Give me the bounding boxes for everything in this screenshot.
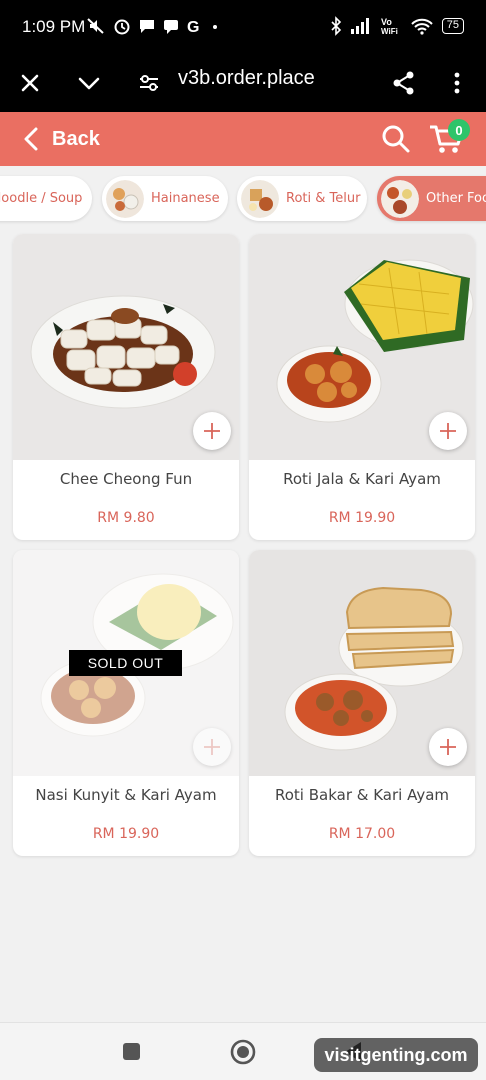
status-time: 1:09 PM (22, 17, 86, 36)
product-price: RM 9.80 (97, 510, 155, 526)
alarm-icon (114, 19, 130, 35)
tab-other-food[interactable]: Other Food (377, 176, 486, 221)
system-icons: Vo WiFi 75 (330, 16, 464, 36)
plus-icon (440, 739, 456, 755)
dot-icon (213, 25, 217, 29)
add-to-cart-button[interactable] (429, 412, 467, 450)
sold-out-badge: SOLD OUT (69, 650, 182, 676)
signal-icon (350, 18, 369, 34)
product-price: RM 19.90 (92, 826, 160, 842)
category-thumbnail (241, 179, 279, 218)
svg-text:Vo: Vo (381, 17, 392, 27)
tab-label: Noodle / Soup (0, 191, 83, 206)
more-menu-icon[interactable] (440, 66, 474, 100)
tab-label: Roti & Telur (286, 191, 361, 206)
chat-icon (140, 20, 154, 33)
browser-toolbar: v3b.order.place (0, 54, 486, 112)
back-label: Back (52, 127, 100, 150)
plus-icon (204, 423, 220, 439)
product-price: RM 19.90 (328, 510, 396, 526)
battery-icon: 75 (441, 18, 464, 34)
product-card[interactable]: Roti Jala & Kari Ayam RM 19.90 (249, 234, 475, 540)
product-card[interactable]: Chee Cheong Fun RM 9.80 (13, 234, 239, 540)
add-to-cart-button (193, 728, 231, 766)
back-button[interactable]: Back (22, 122, 100, 156)
watermark: visitgenting.com (314, 1038, 478, 1072)
svg-text:G: G (187, 19, 199, 36)
tab-roti-telur[interactable]: Roti & Telur (237, 176, 367, 221)
close-icon[interactable] (13, 66, 47, 100)
vowifi-icon: VoWiFi (381, 17, 398, 36)
search-icon[interactable] (380, 123, 412, 155)
home-icon[interactable] (229, 1038, 257, 1066)
product-card[interactable]: Roti Bakar & Kari Ayam RM 17.00 (249, 550, 475, 856)
chevron-down-icon[interactable] (72, 66, 106, 100)
tab-label: Other Food (426, 191, 486, 206)
url-text[interactable]: v3b.order.place (178, 67, 315, 90)
site-settings-icon[interactable] (132, 66, 166, 100)
category-tabs: Noodle / Soup Hainanese Roti & Telur Oth… (0, 166, 486, 230)
chevron-left-icon (24, 127, 38, 151)
cart-count-badge: 0 (448, 119, 470, 141)
tab-hainanese[interactable]: Hainanese (102, 176, 228, 221)
category-thumbnail (106, 179, 144, 218)
product-name: Nasi Kunyit & Kari Ayam (35, 786, 217, 804)
google-icon: G (187, 19, 199, 36)
product-price: RM 17.00 (328, 826, 396, 842)
wifi-icon (411, 18, 433, 35)
category-thumbnail (381, 179, 419, 218)
product-name: Roti Bakar & Kari Ayam (274, 786, 450, 804)
plus-icon (440, 423, 456, 439)
add-to-cart-button[interactable] (429, 728, 467, 766)
svg-text:WiFi: WiFi (381, 27, 398, 36)
product-name: Roti Jala & Kari Ayam (283, 470, 441, 488)
status-bar: 1:09 PM G Vo WiFi 75 (0, 0, 486, 54)
notification-icons: G (86, 16, 220, 36)
mute-icon (87, 18, 104, 34)
tab-label: Hainanese (151, 191, 220, 206)
plus-icon (204, 739, 220, 755)
add-to-cart-button[interactable] (193, 412, 231, 450)
app-header: Back (0, 112, 486, 166)
tab-noodle-soup[interactable]: Noodle / Soup (0, 176, 92, 221)
share-icon[interactable] (387, 66, 421, 100)
product-name: Chee Cheong Fun (59, 470, 193, 488)
message-icon (164, 20, 178, 34)
bluetooth-icon (331, 16, 341, 36)
product-card: SOLD OUT Nasi Kunyit & Kari Ayam RM 19.9… (13, 550, 239, 856)
recents-icon[interactable] (122, 1042, 142, 1062)
